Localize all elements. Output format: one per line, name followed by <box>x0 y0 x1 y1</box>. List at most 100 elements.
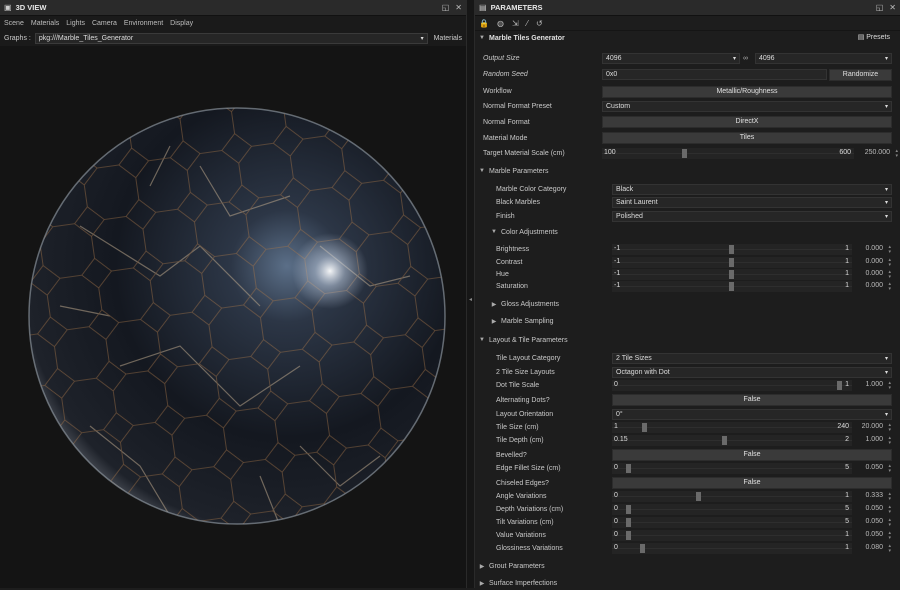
bake-icon[interactable]: ◍ <box>497 19 504 28</box>
alternating-dots-button[interactable]: False <box>612 394 892 406</box>
material-mode-button[interactable]: Tiles <box>602 132 892 144</box>
slider-knob[interactable] <box>837 381 842 390</box>
dot-tile-scale-value[interactable]: 1.000 ▴ ▾ <box>852 381 892 392</box>
randomize-button[interactable]: Randomize <box>829 69 892 81</box>
menu-materials[interactable]: Materials <box>31 20 59 27</box>
reset-icon[interactable]: ↺ <box>536 19 543 28</box>
depth-variations-slider[interactable]: 05 <box>612 504 852 515</box>
spinner-icon[interactable]: ▴ ▾ <box>888 436 891 446</box>
spinner-icon[interactable]: ▴ ▾ <box>888 464 891 474</box>
depth-variations-value[interactable]: 0.050 ▴ ▾ <box>852 505 892 516</box>
black-marbles-select[interactable]: Saint Laurent ▾ <box>612 197 892 208</box>
menu-lights[interactable]: Lights <box>66 20 85 27</box>
value-variations-slider[interactable]: 01 <box>612 530 852 541</box>
close-icon[interactable]: ✕ <box>889 3 896 12</box>
section-marble-tiles-generator[interactable]: ▼ Marble Tiles Generator ▤ Presets <box>475 30 900 46</box>
marble-color-category-select[interactable]: Black ▾ <box>612 184 892 195</box>
slider-knob[interactable] <box>729 245 734 254</box>
contrast-slider[interactable]: -1 1 <box>612 257 852 268</box>
angle-variations-value[interactable]: 0.333 ▴ ▾ <box>852 492 892 503</box>
slider-knob[interactable] <box>729 270 734 279</box>
link-icon[interactable]: ∞ <box>743 55 748 62</box>
spinner-icon[interactable]: ▴ ▾ <box>888 492 891 502</box>
slider-knob[interactable] <box>729 258 734 267</box>
lock-icon[interactable]: 🔒 <box>479 19 489 28</box>
output-height-select[interactable]: 4096 ▾ <box>755 53 892 64</box>
edge-fillet-size-value[interactable]: 0.050 ▴ ▾ <box>852 464 892 475</box>
close-icon[interactable]: ✕ <box>455 3 462 12</box>
target-material-scale-slider[interactable]: 100 600 <box>602 148 854 159</box>
maximize-icon[interactable]: ◱ <box>442 3 450 12</box>
random-seed-input[interactable]: 0x0 <box>602 69 827 80</box>
slider-knob[interactable] <box>642 423 647 432</box>
two-tile-size-layouts-select[interactable]: Octagon with Dot ▾ <box>612 367 892 378</box>
slider-knob[interactable] <box>626 531 631 540</box>
bevelled-button[interactable]: False <box>612 449 892 461</box>
tile-size-value[interactable]: 20.000 ▴ ▾ <box>852 423 892 434</box>
saturation-slider[interactable]: -1 1 <box>612 281 852 292</box>
spinner-icon[interactable]: ▴ ▾ <box>888 544 891 554</box>
dot-tile-scale-slider[interactable]: 01 <box>612 380 852 391</box>
slider-knob[interactable] <box>696 492 701 501</box>
edge-fillet-size-slider[interactable]: 05 <box>612 463 852 474</box>
presets-button[interactable]: ▤ Presets <box>858 33 890 41</box>
tilt-variations-value[interactable]: 0.050 ▴ ▾ <box>852 518 892 529</box>
tile-size-slider[interactable]: 1 240 <box>612 422 852 433</box>
menu-camera[interactable]: Camera <box>92 20 117 27</box>
pin-icon[interactable]: ⁄ <box>527 19 528 28</box>
menu-scene[interactable]: Scene <box>4 20 24 27</box>
spinner-icon[interactable]: ▴ ▾ <box>888 423 891 433</box>
graph-select[interactable]: pkg:///Marble_Tiles_Generator ▾ <box>34 33 428 44</box>
tile-depth-slider[interactable]: 0.15 2 <box>612 435 852 446</box>
slider-knob[interactable] <box>640 544 645 553</box>
tilt-variations-slider[interactable]: 05 <box>612 517 852 528</box>
section-marble-sampling[interactable]: ▶ Marble Sampling <box>487 313 900 329</box>
saturation-value[interactable]: 0.000 ▴ ▾ <box>852 282 892 293</box>
menu-display[interactable]: Display <box>170 20 193 27</box>
section-color-adjustments[interactable]: ▼ Color Adjustments <box>487 224 900 240</box>
section-marble-parameters[interactable]: ▼ Marble Parameters <box>475 163 900 179</box>
maximize-icon[interactable]: ◱ <box>876 3 884 12</box>
section-surface-imperfections[interactable]: ▶ Surface Imperfections <box>475 575 900 588</box>
normal-format-button[interactable]: DirectX <box>602 116 892 128</box>
brightness-value[interactable]: 0.000 ▴ ▾ <box>852 245 892 256</box>
tile-depth-value[interactable]: 1.000 ▴ ▾ <box>852 436 892 447</box>
slider-knob[interactable] <box>626 505 631 514</box>
spinner-icon[interactable]: ▴ ▾ <box>888 518 891 528</box>
section-grout-parameters[interactable]: ▶ Grout Parameters <box>475 558 900 574</box>
spinner-icon[interactable]: ▴ ▾ <box>895 149 898 159</box>
menu-environment[interactable]: Environment <box>124 20 163 27</box>
value-variations-value[interactable]: 0.050 ▴ ▾ <box>852 531 892 542</box>
slider-knob[interactable] <box>722 436 727 445</box>
spinner-icon[interactable]: ▴ ▾ <box>888 282 891 292</box>
layout-orientation-select[interactable]: 0° ▾ <box>612 409 892 420</box>
finish-select[interactable]: Polished ▾ <box>612 211 892 222</box>
3d-viewport[interactable] <box>0 46 466 588</box>
glossiness-variations-slider[interactable]: 01 <box>612 543 852 554</box>
workflow-button[interactable]: Metallic/Roughness <box>602 86 892 98</box>
output-width-select[interactable]: 4096 ▾ <box>602 53 740 64</box>
glossiness-variations-value[interactable]: 0.080 ▴ ▾ <box>852 544 892 555</box>
slider-knob[interactable] <box>626 518 631 527</box>
panel-splitter[interactable]: ◂ <box>466 0 475 588</box>
export-icon[interactable]: ⇲ <box>512 19 519 28</box>
spinner-icon[interactable]: ▴ ▾ <box>888 531 891 541</box>
contrast-value[interactable]: 0.000 ▴ ▾ <box>852 258 892 269</box>
brightness-slider[interactable]: -1 1 <box>612 244 852 255</box>
spinner-icon[interactable]: ▴ ▾ <box>888 258 891 268</box>
spinner-icon[interactable]: ▴ ▾ <box>888 505 891 515</box>
normal-format-preset-select[interactable]: Custom ▾ <box>602 101 892 112</box>
chiseled-edges-button[interactable]: False <box>612 477 892 489</box>
slider-knob[interactable] <box>682 149 687 158</box>
hue-value[interactable]: 0.000 ▴ ▾ <box>852 270 892 281</box>
section-layout-tile-parameters[interactable]: ▼ Layout & Tile Parameters <box>475 332 900 348</box>
target-material-scale-value[interactable]: 250.000 ▴ ▾ <box>854 149 899 160</box>
materials-label[interactable]: Materials <box>434 35 462 42</box>
section-gloss-adjustments[interactable]: ▶ Gloss Adjustments <box>487 296 900 312</box>
spinner-icon[interactable]: ▴ ▾ <box>888 270 891 280</box>
spinner-icon[interactable]: ▴ ▾ <box>888 245 891 255</box>
spinner-icon[interactable]: ▴ ▾ <box>888 381 891 391</box>
tile-layout-category-select[interactable]: 2 Tile Sizes ▾ <box>612 353 892 364</box>
angle-variations-slider[interactable]: 01 <box>612 491 852 502</box>
hue-slider[interactable]: -1 1 <box>612 269 852 280</box>
